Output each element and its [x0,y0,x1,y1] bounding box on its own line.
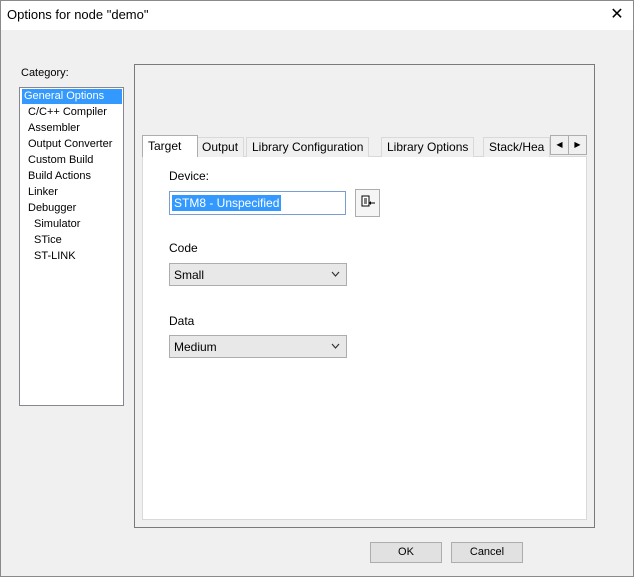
device-value: STM8 - Unspecified [172,195,282,211]
category-item-stice[interactable]: STice [32,233,64,248]
data-select-value: Medium [174,340,217,354]
tab-output[interactable]: Output [196,137,245,157]
category-item-custom-build[interactable]: Custom Build [26,153,95,168]
code-label: Code [169,241,198,255]
chevron-down-icon [331,268,340,283]
tab-library-options[interactable]: Library Options [381,137,475,157]
tab-scroll-right-icon[interactable]: ▶ [568,135,587,155]
chevron-down-icon [331,340,340,355]
category-item-st-link[interactable]: ST-LINK [32,249,78,264]
category-item-output-converter[interactable]: Output Converter [26,137,114,152]
code-select-value: Small [174,268,205,282]
device-select-icon [361,195,375,207]
device-label: Device: [169,169,210,183]
category-item-general-options[interactable]: General Options [22,89,122,104]
category-list[interactable]: General Options C/C++ Compiler Assembler… [19,87,124,406]
data-select[interactable]: Medium [169,335,347,358]
tab-stack-heap[interactable]: Stack/Hea [483,137,551,157]
device-select-button[interactable] [355,189,380,217]
tab-scroll-left-icon[interactable]: ◀ [550,135,569,155]
data-label: Data [169,314,195,328]
cancel-button[interactable]: Cancel [451,542,523,563]
device-field[interactable]: STM8 - Unspecified [169,191,346,215]
close-icon[interactable]: ✕ [607,5,627,25]
tab-library-configuration[interactable]: Library Configuration [246,137,370,157]
window-title: Options for node "demo" [7,7,149,22]
code-select[interactable]: Small [169,263,347,286]
category-item-build-actions[interactable]: Build Actions [26,169,93,184]
title-bar: Options for node "demo" ✕ [1,1,633,30]
tab-target[interactable]: Target [142,135,198,157]
ok-button[interactable]: OK [370,542,442,563]
category-item-debugger[interactable]: Debugger [26,201,78,216]
options-dialog: Options for node "demo" ✕ Category: Gene… [0,0,634,577]
tab-strip: Target Output Library Configuration Libr… [142,135,570,157]
category-item-simulator[interactable]: Simulator [32,217,82,232]
category-item-assembler[interactable]: Assembler [26,121,82,136]
category-item-linker[interactable]: Linker [26,185,60,200]
category-label: Category: [21,67,69,79]
category-item-cpp-compiler[interactable]: C/C++ Compiler [26,105,109,120]
